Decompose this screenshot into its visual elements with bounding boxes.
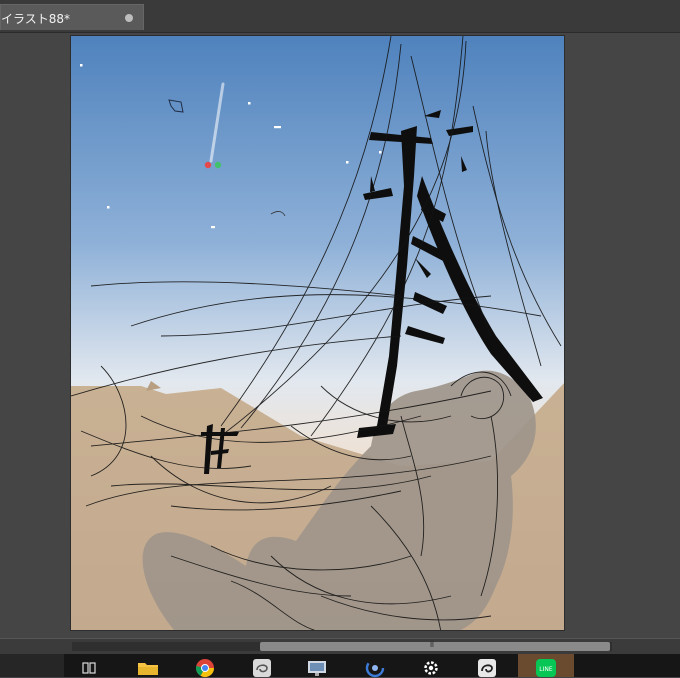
document-tab[interactable]: イラスト88* xyxy=(0,4,144,30)
windows-taskbar: LINE xyxy=(0,654,680,677)
chrome-icon[interactable] xyxy=(194,658,216,677)
clip-studio-icon[interactable] xyxy=(251,658,273,677)
taskbar-search-area[interactable] xyxy=(0,654,64,677)
canvas-workspace[interactable] xyxy=(0,33,680,638)
gear-icon[interactable] xyxy=(420,658,442,677)
loading-icon[interactable] xyxy=(364,658,386,677)
scrollbar-thumb[interactable] xyxy=(260,642,610,651)
illustration-canvas[interactable] xyxy=(70,35,565,631)
line-icon[interactable]: LINE xyxy=(535,658,557,677)
document-tab-title: イラスト88* xyxy=(1,12,71,26)
monitor-icon[interactable] xyxy=(306,658,328,677)
illustration-artwork xyxy=(71,36,564,630)
clip-studio-paint-icon[interactable] xyxy=(476,658,498,677)
svg-text:LINE: LINE xyxy=(539,666,553,673)
horizontal-scrollbar[interactable]: ⦀ xyxy=(0,638,680,655)
close-dot-icon[interactable] xyxy=(125,14,133,22)
folder-icon[interactable] xyxy=(137,658,159,677)
document-tab-bar: イラスト88* xyxy=(0,0,680,33)
task-view-icon[interactable] xyxy=(78,658,100,677)
green-marker xyxy=(214,161,222,169)
red-marker xyxy=(204,161,212,169)
scrollbar-grip-icon: ⦀ xyxy=(430,640,434,650)
